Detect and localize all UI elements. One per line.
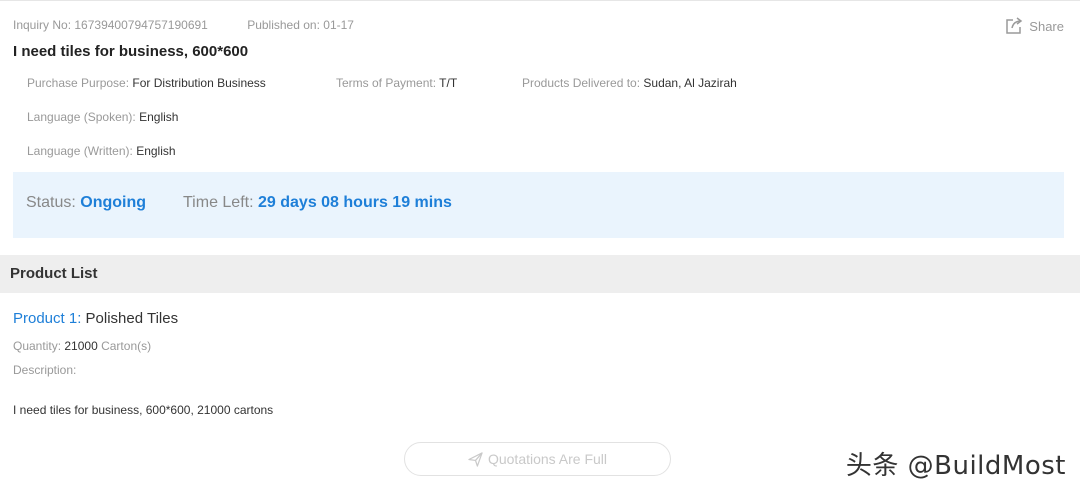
published-label: Published on: <box>247 18 320 32</box>
product-description-text: I need tiles for business, 600*600, 2100… <box>13 403 274 417</box>
time-left-label: Time Left: <box>183 194 254 211</box>
purchase-purpose-value: For Distribution Business <box>132 76 266 90</box>
delivered-to-field: Products Delivered to: Sudan, Al Jazirah <box>522 76 737 90</box>
quantity-value: 21000 <box>64 339 98 353</box>
language-written-value: English <box>136 144 176 158</box>
share-icon <box>1006 17 1023 34</box>
send-icon <box>468 451 483 467</box>
language-written-field: Language (Written): English <box>27 144 176 158</box>
purchase-purpose-label: Purchase Purpose: <box>27 76 130 90</box>
status-label: Status: <box>26 194 76 211</box>
language-spoken-field: Language (Spoken): English <box>27 110 178 124</box>
product-description-label-row: Description: <box>13 363 76 377</box>
quantity-unit: Carton(s) <box>101 339 152 353</box>
status-item: Status: Ongoing <box>26 194 146 212</box>
quotations-full-label: Quotations Are Full <box>487 451 608 467</box>
share-button[interactable]: Share <box>1005 17 1064 35</box>
time-left-value: 29 days 08 hours 19 mins <box>258 194 452 211</box>
time-left-item: Time Left: 29 days 08 hours 19 mins <box>183 194 452 212</box>
quantity-label: Quantity: <box>13 339 62 353</box>
quotations-full-button[interactable]: Quotations Are Full <box>404 442 671 476</box>
payment-terms-label: Terms of Payment: <box>336 76 437 90</box>
product-index-label: Product 1: <box>13 310 82 327</box>
watermark-text: 头条 @BuildMost <box>845 451 1066 481</box>
inquiry-number-value: 16739400794757190691 <box>74 18 208 32</box>
description-label: Description: <box>13 363 77 377</box>
published-value: 01-17 <box>323 18 354 32</box>
status-value: Ongoing <box>80 194 147 211</box>
product-quantity: Quantity: 21000 Carton(s) <box>13 339 151 353</box>
purchase-purpose-field: Purchase Purpose: For Distribution Busin… <box>27 76 266 90</box>
inquiry-number-label: Inquiry No: <box>13 18 72 32</box>
payment-terms-value: T/T <box>439 76 458 90</box>
product-name: Polished Tiles <box>85 310 179 327</box>
product-list-header: Product List <box>0 255 1080 293</box>
language-spoken-label: Language (Spoken): <box>27 110 136 124</box>
inquiry-title: I need tiles for business, 600*600 <box>13 43 249 60</box>
delivered-to-label: Products Delivered to: <box>522 76 641 90</box>
delivered-to-value: Sudan, Al Jazirah <box>643 76 737 90</box>
share-label: Share <box>1029 18 1064 34</box>
inquiry-meta: Inquiry No: 16739400794757190691 Publish… <box>13 18 354 32</box>
language-written-label: Language (Written): <box>27 144 133 158</box>
status-panel: Status: Ongoing Time Left: 29 days 08 ho… <box>13 172 1064 238</box>
language-spoken-value: English <box>139 110 179 124</box>
payment-terms-field: Terms of Payment: T/T <box>336 76 457 90</box>
product-item-title: Product 1: Polished Tiles <box>13 310 178 327</box>
top-divider <box>0 0 1080 1</box>
product-list-heading: Product List <box>10 265 98 282</box>
